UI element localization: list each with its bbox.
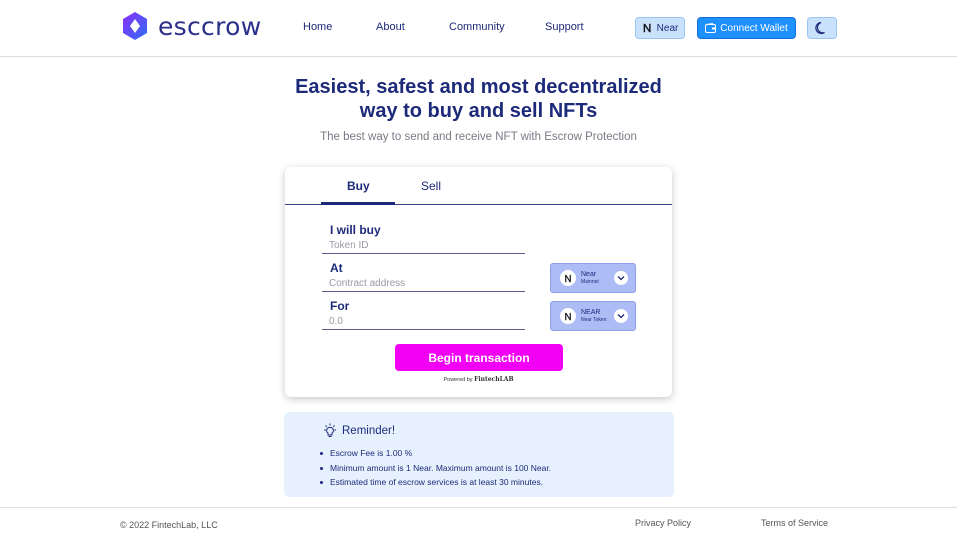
- top-header: esccrow Home About Community Support Ｎ N…: [0, 0, 957, 57]
- chevron-down-icon: [614, 309, 628, 323]
- chevron-down-icon: [614, 271, 628, 285]
- contract-address-input[interactable]: [322, 275, 525, 292]
- hero-title-line2: way to buy and sell NFTs: [359, 100, 598, 122]
- network-select[interactable]: Ｎ Near Mainnet: [550, 263, 636, 293]
- begin-transaction-button[interactable]: Begin transaction: [395, 344, 563, 371]
- network-select-value: Near: [581, 270, 597, 278]
- near-icon: Ｎ: [560, 308, 576, 324]
- terms-of-service-link[interactable]: Terms of Service: [761, 518, 828, 528]
- tab-sell[interactable]: Sell: [421, 179, 441, 193]
- copyright-text: © 2022 FintechLab, LLC: [120, 520, 218, 530]
- tab-buy[interactable]: Buy: [347, 179, 370, 193]
- footer: © 2022 FintechLab, LLC Privacy Policy Te…: [0, 507, 957, 538]
- near-icon: Ｎ: [641, 23, 653, 35]
- reminder-header: Reminder!: [322, 423, 395, 439]
- hero-title: Easiest, safest and most decentralized w…: [0, 75, 957, 123]
- nav-support[interactable]: Support: [545, 21, 584, 33]
- wallet-icon: [705, 23, 717, 33]
- nav-about[interactable]: About: [376, 21, 405, 33]
- connect-wallet-button[interactable]: Connect Wallet: [697, 17, 796, 39]
- moon-icon: [815, 21, 825, 35]
- near-icon: Ｎ: [560, 270, 576, 286]
- hero-subtitle: The best way to send and receive NFT wit…: [320, 131, 637, 143]
- token-select-text: NEAR Near Token: [581, 309, 606, 324]
- network-button[interactable]: Ｎ Near: [635, 17, 685, 39]
- buy-label: I will buy: [330, 223, 381, 237]
- brand-name: esccrow: [158, 11, 262, 41]
- for-label: For: [330, 299, 350, 313]
- reminder-title: Reminder!: [342, 425, 396, 437]
- amount-input[interactable]: [322, 313, 525, 330]
- token-select[interactable]: Ｎ NEAR Near Token: [550, 301, 636, 331]
- reminder-item: Estimated time of escrow services is at …: [320, 475, 551, 490]
- network-select-text: Near Mainnet: [581, 271, 599, 286]
- transaction-card: Buy Sell I will buy At For Ｎ Near Mainne…: [285, 167, 672, 397]
- network-select-sub: Mainnet: [581, 278, 599, 285]
- theme-toggle-button[interactable]: [807, 17, 837, 39]
- active-tab-indicator: [321, 202, 395, 205]
- privacy-policy-link[interactable]: Privacy Policy: [635, 518, 691, 528]
- token-select-value: NEAR: [581, 308, 601, 316]
- token-id-input[interactable]: [322, 237, 525, 254]
- nav-home[interactable]: Home: [303, 21, 332, 33]
- lightbulb-icon: [324, 423, 336, 437]
- at-label: At: [330, 261, 343, 275]
- powered-by: Powered by FintechLAB: [285, 376, 672, 383]
- logo-icon: [123, 12, 147, 40]
- connect-wallet-label: Connect Wallet: [720, 22, 788, 34]
- tab-bar: Buy Sell: [285, 167, 672, 205]
- network-label: Near: [656, 22, 679, 34]
- powered-prefix: Powered by: [443, 377, 473, 383]
- brand-logo[interactable]: esccrow: [120, 11, 261, 41]
- reminder-item: Escrow Fee is 1.00 %: [320, 446, 551, 461]
- nav-community[interactable]: Community: [449, 21, 505, 33]
- token-select-sub: Near Token: [581, 316, 607, 323]
- reminder-list: Escrow Fee is 1.00 % Minimum amount is 1…: [320, 446, 551, 490]
- powered-brand: FintechLAB: [474, 376, 514, 383]
- reminder-item: Minimum amount is 1 Near. Maximum amount…: [320, 461, 551, 476]
- hero-title-line1: Easiest, safest and most decentralized: [295, 76, 662, 98]
- reminder-box: Reminder! Escrow Fee is 1.00 % Minimum a…: [284, 412, 674, 497]
